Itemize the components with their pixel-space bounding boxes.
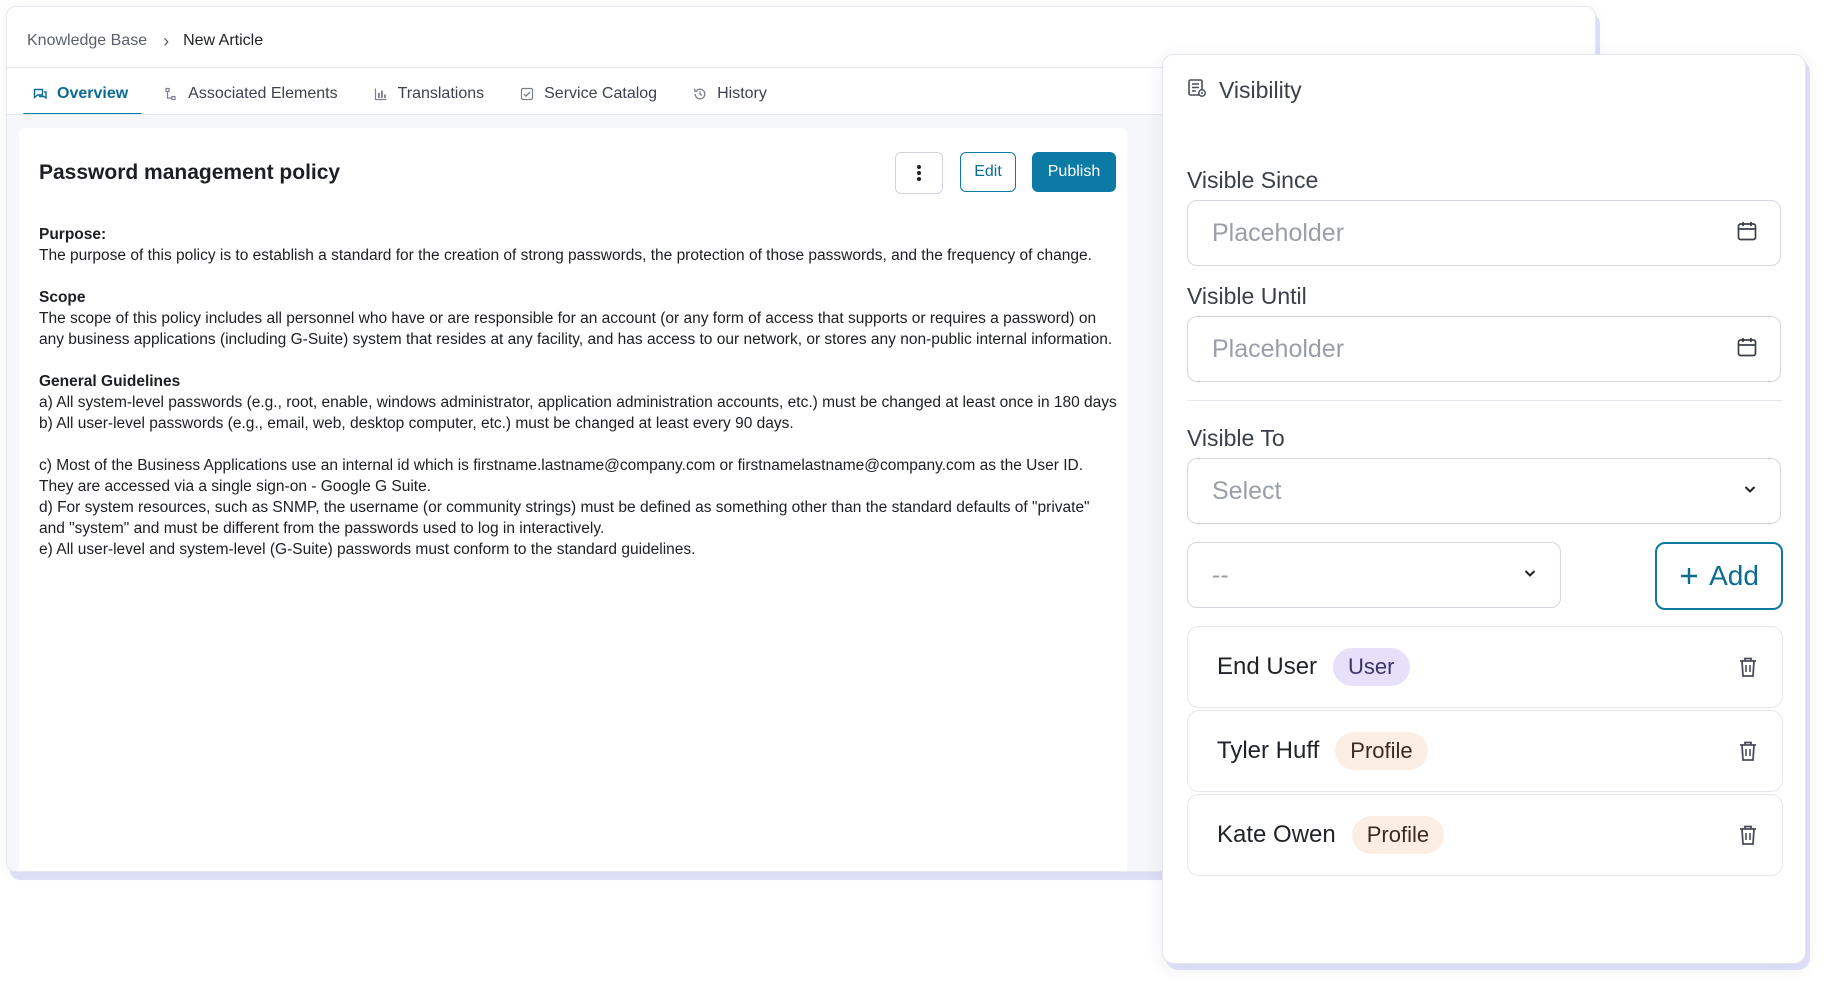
- scope-heading: Scope: [39, 289, 86, 306]
- history-icon: [693, 87, 707, 101]
- trash-icon[interactable]: [1736, 823, 1760, 847]
- visible-since-placeholder: Placeholder: [1212, 218, 1345, 247]
- secondary-select[interactable]: --: [1187, 542, 1561, 608]
- visible-until-label: Visible Until: [1187, 283, 1307, 309]
- breadcrumb-separator: ›: [163, 30, 170, 51]
- calendar-icon[interactable]: [1736, 336, 1758, 363]
- guidelines-section: General Guidelines a) All system-level p…: [39, 371, 1119, 434]
- purpose-section: Purpose: The purpose of this policy is t…: [39, 224, 1119, 266]
- section-divider: [1187, 400, 1783, 401]
- visible-to-select[interactable]: Select: [1187, 458, 1781, 524]
- purpose-heading: Purpose:: [39, 226, 107, 243]
- visibility-entry: End User User: [1187, 626, 1783, 708]
- bar-chart-icon: [374, 87, 388, 101]
- guidelines-continued: c) Most of the Business Applications use…: [39, 455, 1119, 560]
- entry-badge: Profile: [1351, 816, 1445, 854]
- scope-text: The scope of this policy includes all pe…: [39, 310, 1113, 348]
- article-card: Password management policy Edit Publish …: [19, 128, 1127, 871]
- breadcrumb: Knowledge Base › New Article: [27, 29, 263, 53]
- visible-until-field[interactable]: Placeholder: [1187, 316, 1781, 382]
- scope-section: Scope The scope of this policy includes …: [39, 287, 1119, 350]
- tab-service-catalog[interactable]: Service Catalog: [504, 73, 677, 115]
- tab-associated-elements[interactable]: Associated Elements: [148, 73, 357, 115]
- tab-service-catalog-label: Service Catalog: [544, 85, 658, 102]
- chevron-down-icon: [1522, 565, 1538, 586]
- entry-badge: Profile: [1335, 732, 1428, 770]
- visibility-entry: Tyler Huff Profile: [1187, 710, 1783, 792]
- plus-icon: [1681, 568, 1698, 584]
- entry-name: Kate Owen: [1217, 821, 1336, 848]
- chevron-down-icon: [1742, 481, 1758, 502]
- guideline-b: b) All user-level passwords (e.g., email…: [39, 415, 794, 432]
- guideline-e: e) All user-level and system-level (G-Su…: [39, 541, 696, 558]
- breadcrumb-knowledge-base[interactable]: Knowledge Base: [27, 32, 147, 50]
- visible-to-label: Visible To: [1187, 425, 1285, 451]
- guideline-d: d) For system resources, such as SNMP, t…: [39, 499, 1090, 537]
- add-button-label: Add: [1709, 560, 1759, 591]
- publish-button[interactable]: Publish: [1032, 152, 1116, 192]
- visibility-panel: Visibility Visible Since Placeholder Vis…: [1162, 54, 1806, 964]
- purpose-text: The purpose of this policy is to establi…: [39, 247, 1092, 264]
- guidelines-heading: General Guidelines: [39, 373, 181, 390]
- calendar-icon[interactable]: [1736, 220, 1758, 247]
- visibility-entry: Kate Owen Profile: [1187, 794, 1783, 876]
- visible-until-placeholder: Placeholder: [1212, 334, 1345, 363]
- tab-overview[interactable]: Overview: [17, 73, 148, 116]
- checkbox-icon: [520, 87, 534, 101]
- visibility-title: Visibility: [1219, 76, 1302, 103]
- breadcrumb-current: New Article: [183, 32, 264, 49]
- kebab-icon: [917, 165, 921, 181]
- tab-history[interactable]: History: [677, 73, 787, 115]
- hierarchy-icon: [164, 87, 178, 101]
- tab-associated-elements-label: Associated Elements: [188, 85, 338, 102]
- entry-name: End User: [1217, 653, 1318, 680]
- article-title: Password management policy: [39, 161, 341, 184]
- visible-to-placeholder: Select: [1212, 476, 1282, 505]
- edit-button[interactable]: Edit: [960, 152, 1016, 192]
- more-options-button[interactable]: [895, 152, 943, 194]
- tab-bar: Overview Associated Elements Translation…: [17, 73, 787, 116]
- visible-since-label: Visible Since: [1187, 167, 1319, 193]
- chat-icon: [33, 87, 47, 101]
- tab-overview-label: Overview: [57, 85, 129, 102]
- guideline-c: c) Most of the Business Applications use…: [39, 457, 1083, 495]
- tab-history-label: History: [717, 85, 767, 102]
- secondary-select-value: --: [1212, 560, 1229, 589]
- trash-icon[interactable]: [1736, 739, 1760, 763]
- visibility-header: Visibility: [1187, 73, 1302, 107]
- article-body: Purpose: The purpose of this policy is t…: [39, 224, 1119, 560]
- guideline-a: a) All system-level passwords (e.g., roo…: [39, 394, 1117, 411]
- trash-icon[interactable]: [1736, 655, 1760, 679]
- entry-badge: User: [1333, 648, 1410, 686]
- visibility-icon: [1187, 77, 1207, 104]
- add-button[interactable]: Add: [1655, 542, 1783, 610]
- tab-translations[interactable]: Translations: [358, 73, 505, 115]
- visible-since-field[interactable]: Placeholder: [1187, 200, 1781, 266]
- tab-translations-label: Translations: [397, 85, 485, 102]
- entry-name: Tyler Huff: [1217, 737, 1320, 764]
